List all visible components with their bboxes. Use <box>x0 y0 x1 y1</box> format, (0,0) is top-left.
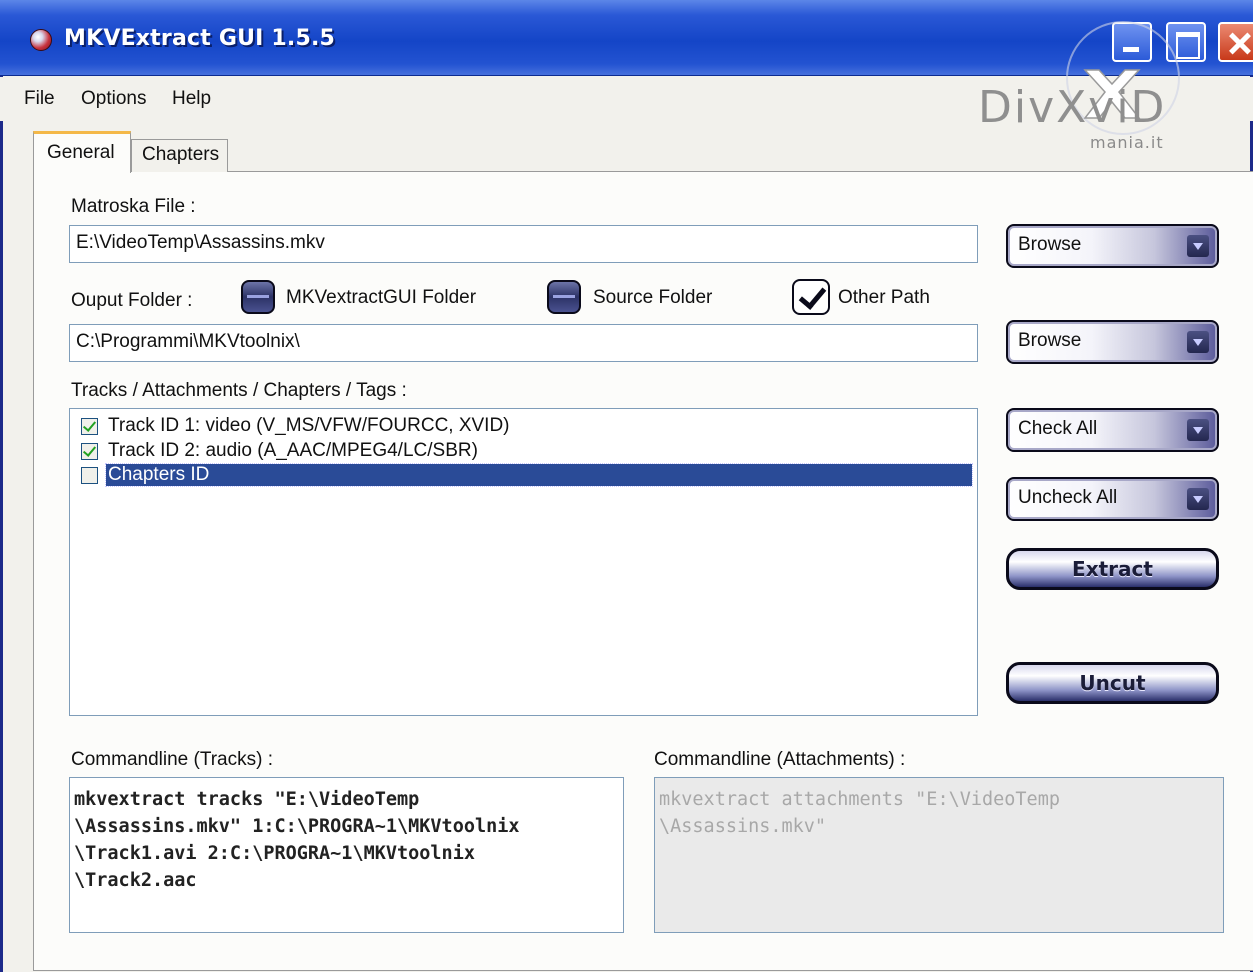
track-row-1[interactable]: Track ID 1: video (V_MS/VFW/FOURCC, XVID… <box>78 415 974 437</box>
title-bar[interactable]: MKVExtract GUI 1.5.5 <box>0 0 1253 76</box>
browse-output-button[interactable]: Browse <box>1006 320 1219 364</box>
check-all-label: Check All <box>1018 418 1098 439</box>
source-folder-radio[interactable] <box>547 280 581 314</box>
dropdown-arrow-icon <box>1187 488 1209 510</box>
minimize-button[interactable] <box>1112 22 1152 62</box>
track-row-2[interactable]: Track ID 2: audio (A_AAC/MPEG4/LC/SBR) <box>78 440 974 462</box>
menu-help[interactable]: Help <box>172 88 211 110</box>
output-folder-input[interactable]: C:\Programmi\MKVtoolnix\ <box>69 324 978 362</box>
uncheck-all-button[interactable]: Uncheck All <box>1006 477 1219 521</box>
cmd-tracks-textarea[interactable]: mkvextract tracks "E:\VideoTemp \Assassi… <box>69 777 624 933</box>
output-folder-label: Ouput Folder : <box>71 290 193 311</box>
extract-button[interactable]: Extract <box>1006 548 1219 590</box>
cmd-attachments-label: Commandline (Attachments) : <box>654 749 906 770</box>
chapters-label: Chapters ID <box>105 463 973 487</box>
browse-output-label: Browse <box>1018 330 1082 351</box>
menu-options[interactable]: Options <box>81 88 146 110</box>
close-button[interactable] <box>1218 22 1253 62</box>
mkvextractgui-folder-radio[interactable] <box>241 280 275 314</box>
maximize-button[interactable] <box>1166 22 1206 62</box>
tracks-list[interactable]: Track ID 1: video (V_MS/VFW/FOURCC, XVID… <box>69 408 978 716</box>
watermark-brand: DivXviD <box>978 82 1167 133</box>
track-1-checkbox[interactable] <box>81 418 98 435</box>
track-2-label: Track ID 2: audio (A_AAC/MPEG4/LC/SBR) <box>108 440 478 461</box>
uncheck-all-label: Uncheck All <box>1018 487 1118 508</box>
app-icon <box>30 29 52 51</box>
menu-file[interactable]: File <box>24 88 55 110</box>
matroska-file-label: Matroska File : <box>71 196 196 217</box>
check-all-button[interactable]: Check All <box>1006 408 1219 452</box>
matroska-file-input[interactable]: E:\VideoTemp\Assassins.mkv <box>69 225 978 263</box>
track-row-chapters[interactable]: Chapters ID <box>78 463 974 487</box>
dropdown-arrow-icon <box>1187 235 1209 257</box>
mkvextractgui-folder-label: MKVextractGUI Folder <box>286 287 477 308</box>
cmd-attachments-textarea: mkvextract attachments "E:\VideoTemp \As… <box>654 777 1224 933</box>
browse-matroska-label: Browse <box>1018 234 1082 255</box>
browse-matroska-button[interactable]: Browse <box>1006 224 1219 268</box>
source-folder-label: Source Folder <box>593 287 713 308</box>
other-path-label: Other Path <box>838 287 930 308</box>
tab-general[interactable]: General <box>33 131 131 173</box>
track-2-checkbox[interactable] <box>81 443 98 460</box>
other-path-radio[interactable] <box>792 279 830 315</box>
uncut-button[interactable]: Uncut <box>1006 662 1219 704</box>
chapters-checkbox[interactable] <box>81 467 98 484</box>
window-title: MKVExtract GUI 1.5.5 <box>64 26 336 51</box>
tab-chapters[interactable]: Chapters <box>131 139 228 172</box>
dropdown-arrow-icon <box>1187 331 1209 353</box>
cmd-tracks-label: Commandline (Tracks) : <box>71 749 274 770</box>
dropdown-arrow-icon <box>1187 419 1209 441</box>
watermark-sub: mania.it <box>1090 133 1164 152</box>
tracks-label: Tracks / Attachments / Chapters / Tags : <box>71 380 407 401</box>
track-1-label: Track ID 1: video (V_MS/VFW/FOURCC, XVID… <box>108 415 510 436</box>
